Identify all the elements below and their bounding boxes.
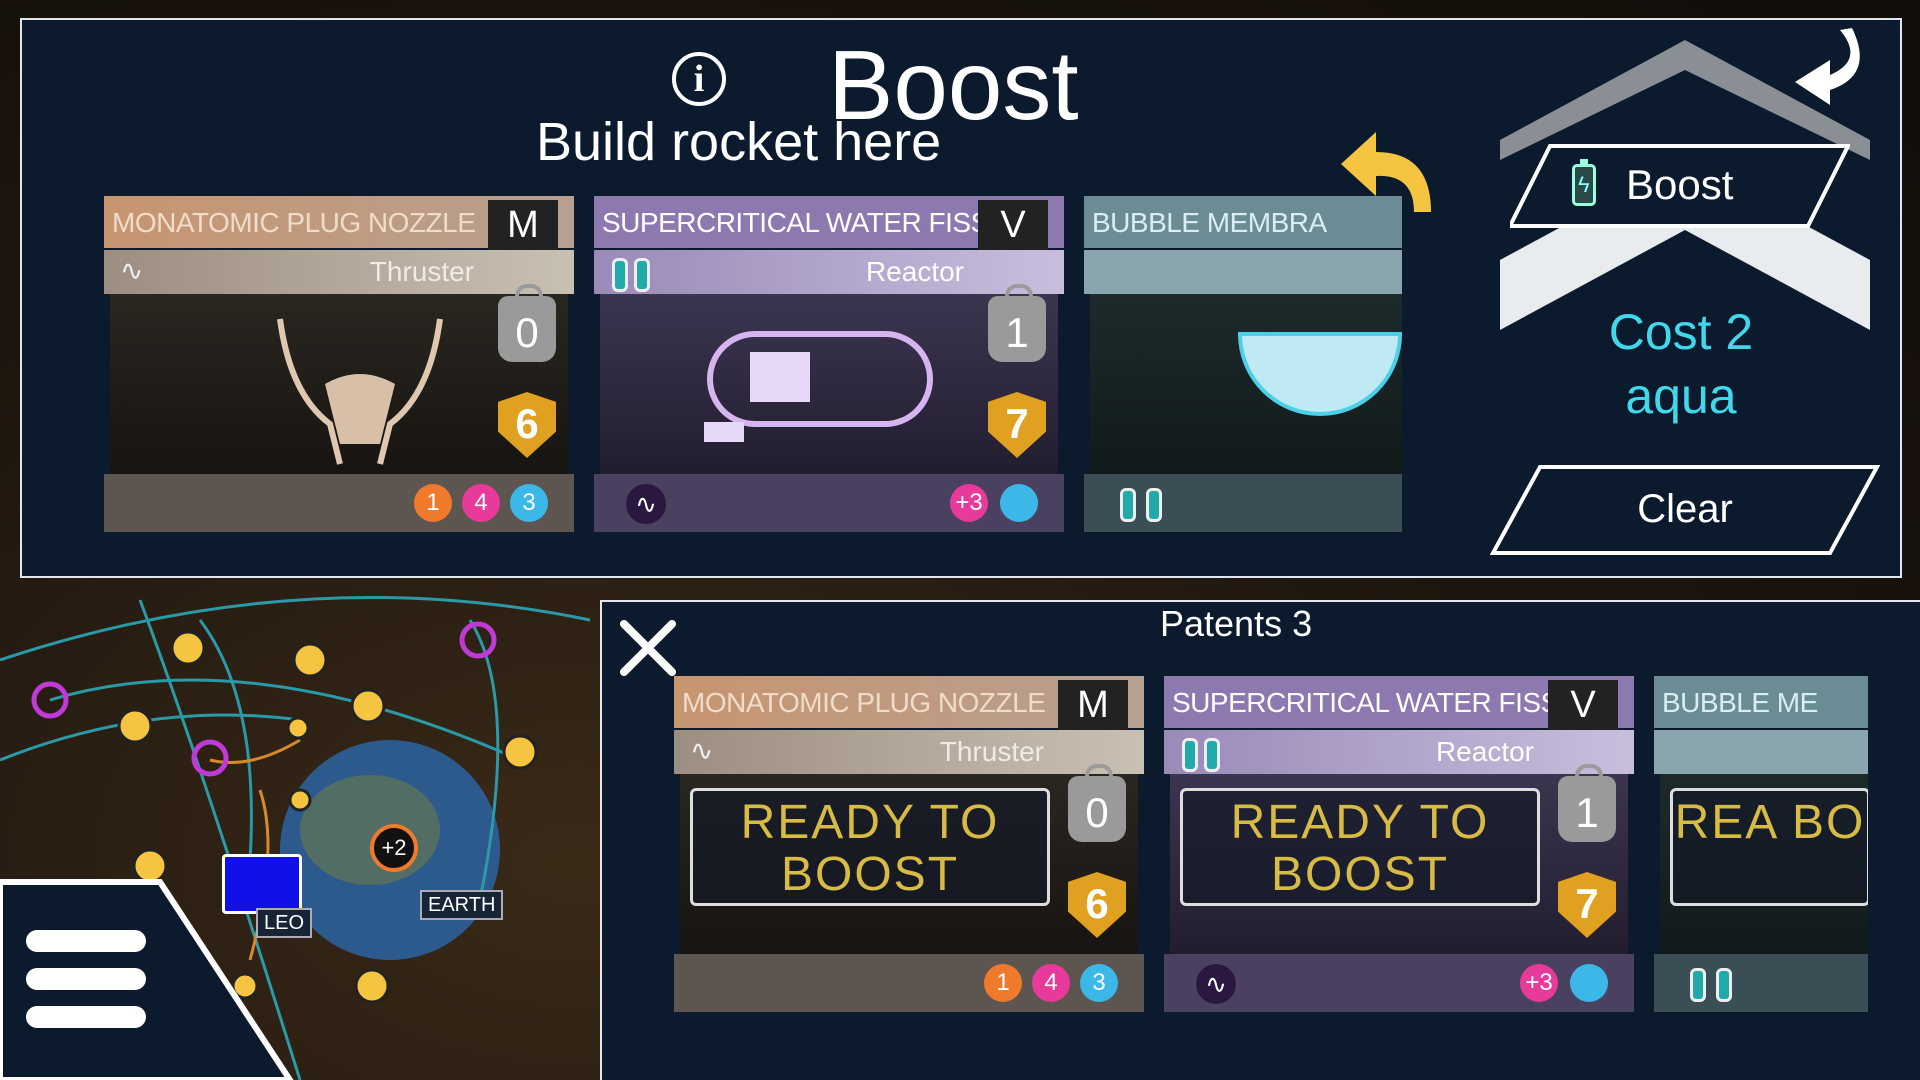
card-letter: V (1548, 680, 1618, 730)
card-name: SUPERCRITICAL WATER FISSION (1172, 687, 1608, 718)
hamburger-menu-icon[interactable] (26, 930, 146, 1038)
card-bubble-membrane[interactable]: BUBBLE MEMBRA Ra (1084, 196, 1402, 536)
thermometer-icon (1716, 968, 1732, 1002)
mass-weight-icon: 1 (988, 284, 1046, 362)
thermometer-icon (612, 258, 628, 292)
card-letter: V (978, 200, 1048, 250)
pill-aqua: 3 (510, 484, 548, 522)
card-monatomic-plug-nozzle[interactable]: MONATOMIC PLUG NOZZLE M ∿ Thruster 0 6 1 4… (104, 196, 574, 536)
bubble-art (1090, 294, 1402, 474)
boost-button[interactable]: ϟ Boost (1510, 144, 1850, 228)
card-name: MONATOMIC PLUG NOZZLE (682, 687, 1046, 718)
battery-icon: ϟ (1572, 159, 1596, 206)
patent-card-bubble-membrane[interactable]: BUBBLE ME REA BO (1654, 676, 1868, 1016)
leo-label: LEO (256, 908, 313, 938)
satellite-icon[interactable] (222, 854, 302, 914)
wave-icon: ∿ (120, 255, 144, 286)
pill-aqua (1000, 484, 1038, 522)
patent-card-supercritical-water-fission[interactable]: SUPERCRITICAL WATER FISSION V Reactor REA… (1164, 676, 1634, 1016)
patents-count: Patents 3 (1160, 603, 1313, 644)
card-supercritical-water-fission[interactable]: SUPERCRITICAL WATER FISSION V Reactor 1 7… (594, 196, 1064, 536)
wave-icon: ∿ (1196, 964, 1236, 1004)
thermometer-icon (1120, 488, 1136, 522)
thermometer-icon (1204, 738, 1220, 772)
card-letter: M (488, 200, 558, 250)
card-type: Reactor (1435, 736, 1534, 767)
thermometer-icon (1690, 968, 1706, 1002)
thermometer-icon (1182, 738, 1198, 772)
cost-type: aqua (1625, 368, 1737, 424)
thermometer-icon (634, 258, 650, 292)
pill-pink: +3 (1520, 964, 1558, 1002)
ready-to-boost-label: READY TO BOOST (690, 788, 1050, 906)
pill-pink: 4 (1032, 964, 1070, 1002)
earth-label: EARTH (420, 890, 504, 920)
page-subtitle: Build rocket here (536, 112, 942, 172)
card-letter: M (1058, 680, 1128, 730)
pill-thrust: 1 (984, 964, 1022, 1002)
card-type: Thruster (939, 736, 1044, 767)
mass-weight-icon: 0 (1068, 764, 1126, 842)
cost-display: Cost 2 aqua (1500, 300, 1862, 428)
patent-card-monatomic-plug-nozzle[interactable]: MONATOMIC PLUG NOZZLE M ∿ Thruster READY T… (674, 676, 1144, 1016)
card-type: Reactor (865, 256, 964, 287)
pill-pink: 4 (462, 484, 500, 522)
pill-thrust: 1 (414, 484, 452, 522)
wave-icon: ∿ (626, 484, 666, 524)
cost-label: Cost 2 (1608, 304, 1754, 360)
card-name: BUBBLE MEMBRA (1092, 207, 1327, 238)
info-icon[interactable]: i (672, 52, 726, 106)
node-badge[interactable]: +2 (370, 824, 418, 872)
boost-button-label: Boost (1626, 161, 1734, 208)
card-name: MONATOMIC PLUG NOZZLE (112, 207, 476, 238)
card-type: Thruster (369, 256, 474, 287)
card-name: SUPERCRITICAL WATER FISSION (602, 207, 1038, 238)
pill-aqua: 3 (1080, 964, 1118, 1002)
card-name: BUBBLE ME (1662, 687, 1818, 718)
clear-button-label: Clear (1637, 487, 1733, 531)
ready-to-boost-label: READY TO BOOST (1180, 788, 1540, 906)
thermometer-icon (1146, 488, 1162, 522)
close-icon[interactable] (618, 618, 678, 678)
clear-button[interactable]: Clear (1490, 464, 1880, 556)
wave-icon: ∿ (690, 735, 714, 766)
pill-pink: +3 (950, 484, 988, 522)
pill-aqua (1570, 964, 1608, 1002)
mass-weight-icon: 1 (1558, 764, 1616, 842)
ready-to-boost-label: REA BO (1670, 788, 1868, 906)
mass-weight-icon: 0 (498, 284, 556, 362)
